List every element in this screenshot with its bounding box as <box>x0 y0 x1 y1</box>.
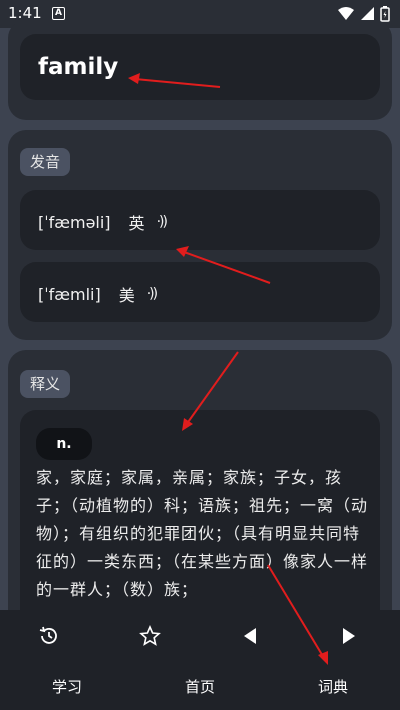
tab-home[interactable]: 首页 <box>170 676 230 697</box>
pron-uk-row[interactable]: [ˈfæməli] 英 ·)) <box>20 190 380 250</box>
signal-icon <box>360 7 374 21</box>
speaker-icon[interactable]: ·)) <box>157 214 168 230</box>
pron-us-lang: 美 <box>118 286 135 305</box>
bottom-nav: 学习 首页 词典 <box>0 610 400 710</box>
pronunciation-tag: 发音 <box>20 148 71 176</box>
pron-uk-ipa: [ˈfæməli] <box>38 212 111 232</box>
pron-us-row[interactable]: [ˈfæmli] 美 ·)) <box>20 262 380 322</box>
notification-icon: A <box>52 7 65 20</box>
definition-text: 家，家庭；家属，亲属；家族；子女，孩子；（动植物的）科；语族；祖先；一窝（动物）… <box>36 468 369 599</box>
battery-icon <box>380 6 390 22</box>
wifi-icon <box>338 7 354 20</box>
previous-icon[interactable] <box>235 624 265 648</box>
part-of-speech-badge: n. <box>36 428 92 460</box>
speaker-icon[interactable]: ·)) <box>147 286 158 302</box>
definition-card: 释义 n. 家，家庭；家属，亲属；家族；子女，孩子；（动植物的）科；语族；祖先；… <box>8 350 392 660</box>
pron-uk-lang: 英 <box>128 214 145 233</box>
tab-dictionary[interactable]: 词典 <box>303 676 363 697</box>
pron-us-ipa: [ˈfæmli] <box>38 284 101 304</box>
star-icon[interactable] <box>135 624 165 648</box>
pronunciation-card: 发音 [ˈfæməli] 英 ·)) [ˈfæmli] 美 ·)) <box>8 130 392 340</box>
word-card: family <box>8 20 392 120</box>
history-icon[interactable] <box>34 624 64 648</box>
next-icon[interactable] <box>334 624 364 648</box>
word-title: family <box>38 54 119 80</box>
word-panel: family <box>20 34 380 100</box>
tab-study[interactable]: 学习 <box>37 676 97 697</box>
definition-tag: 释义 <box>20 370 71 398</box>
